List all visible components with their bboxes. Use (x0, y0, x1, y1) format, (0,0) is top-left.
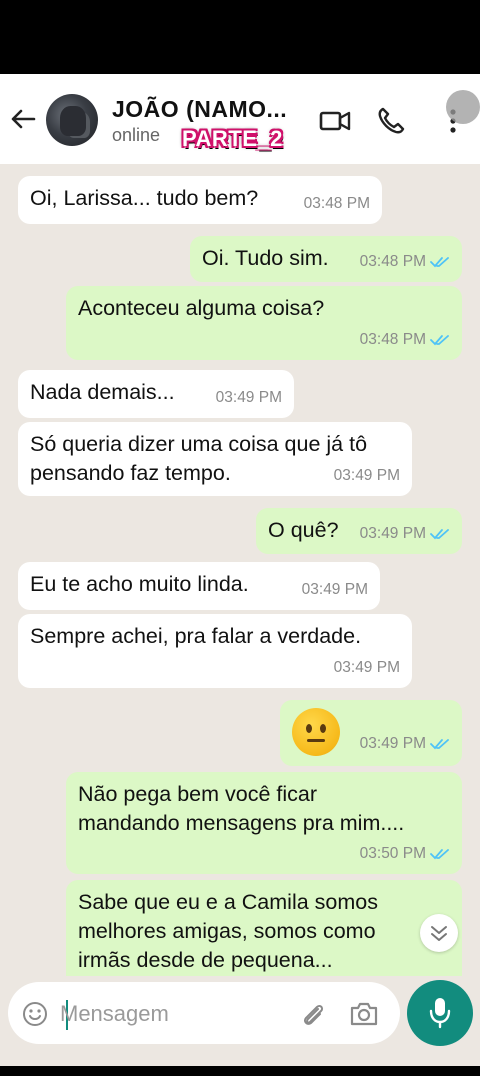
status-bar-area (0, 0, 480, 74)
mic-button[interactable] (407, 980, 473, 1046)
read-ticks-icon (430, 335, 449, 346)
message-time: 03:49 PM (301, 581, 368, 598)
scroll-to-bottom-icon[interactable] (420, 914, 458, 952)
overlay-part-label: PARTE_2 (182, 126, 283, 151)
camera-icon[interactable] (349, 1000, 379, 1028)
read-ticks-icon (430, 739, 449, 750)
attach-icon[interactable] (298, 1000, 328, 1030)
message-bubble-incoming[interactable]: Eu te acho muito linda. 03:49 PM (18, 562, 380, 610)
message-time: 03:49 PM (359, 735, 426, 752)
message-meta: 03:50 PM (360, 839, 450, 868)
read-ticks-icon (430, 849, 449, 860)
composer-bar (0, 976, 480, 1076)
contact-name[interactable]: JOÃO (NAMO... (112, 96, 287, 123)
message-bubble-outgoing[interactable]: Sabe que eu e a Camila somos melhores am… (66, 880, 462, 976)
message-text: Sabe que eu e a Camila somos melhores am… (78, 890, 378, 972)
message-bubble-outgoing[interactable]: O quê? 03:49 PM (256, 508, 462, 554)
message-bubble-incoming[interactable]: Sempre achei, pra falar a verdade. 03:49… (18, 614, 412, 688)
message-time: 03:49 PM (333, 659, 400, 676)
voice-call-icon[interactable] (374, 104, 408, 138)
message-text: Sempre achei, pra falar a verdade. (30, 624, 362, 648)
message-bubble-outgoing[interactable]: Aconteceu alguma coisa? 03:48 PM (66, 286, 462, 360)
message-input-container[interactable] (8, 982, 400, 1044)
message-bubble-outgoing[interactable]: Oi. Tudo sim. 03:48 PM (190, 236, 462, 282)
neutral-face-emoji (292, 708, 340, 756)
message-meta: 03:49 PM (360, 729, 450, 758)
message-time: 03:50 PM (359, 845, 426, 862)
message-bubble-incoming[interactable]: Nada demais... 03:49 PM (18, 370, 294, 418)
message-meta: 03:48 PM (360, 247, 450, 276)
message-bubble-outgoing[interactable]: 03:49 PM (280, 700, 462, 766)
message-bubble-incoming[interactable]: Só queria dizer uma coisa que já tô pens… (18, 422, 412, 496)
message-meta: 03:48 PM (360, 325, 450, 354)
message-time: 03:48 PM (359, 253, 426, 270)
message-meta: 03:49 PM (360, 519, 450, 548)
message-text: Aconteceu alguma coisa? (78, 296, 325, 320)
message-input[interactable] (60, 1000, 280, 1028)
mic-icon (429, 998, 451, 1029)
message-list[interactable]: Oi, Larissa... tudo bem? 03:48 PM Oi. Tu… (0, 164, 480, 976)
system-nav-bar (0, 1066, 480, 1076)
emoji-icon[interactable] (22, 1001, 48, 1027)
message-time: 03:48 PM (359, 331, 426, 348)
contact-status: online (112, 125, 161, 145)
message-bubble-outgoing[interactable]: Não pega bem você ficar mandando mensage… (66, 772, 462, 874)
message-time: 03:49 PM (359, 525, 426, 542)
message-time: 03:48 PM (303, 195, 370, 212)
read-ticks-icon (430, 529, 449, 540)
message-time: 03:49 PM (215, 389, 282, 406)
video-call-icon[interactable] (318, 104, 352, 138)
back-arrow-icon[interactable] (8, 104, 38, 134)
message-text: Não pega bem você ficar mandando mensage… (78, 782, 405, 835)
floating-overlay-button[interactable] (446, 90, 480, 124)
message-time: 03:49 PM (333, 467, 400, 484)
message-bubble-incoming[interactable]: Oi, Larissa... tudo bem? 03:48 PM (18, 176, 382, 224)
contact-avatar[interactable] (46, 94, 98, 146)
read-ticks-icon (430, 257, 449, 268)
chat-header: JOÃO (NAMO... online PARTE_2 (0, 74, 480, 164)
